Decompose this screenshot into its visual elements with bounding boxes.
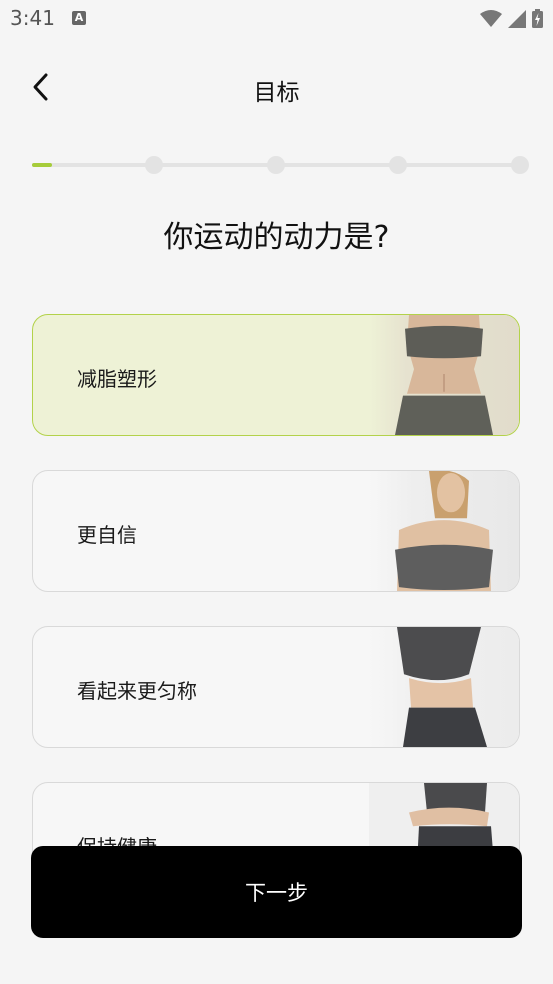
fitness-photo-pose [369,627,519,747]
goal-screen: 3:41 A 目标 你运动的动力是? 减脂塑形 更自信 看起来更匀称 下一步 [0,0,553,984]
signal-icon [508,9,526,28]
status-time: 3:41 [10,6,55,30]
option-label: 看起来更匀称 [77,679,197,703]
progress-fill [32,163,52,167]
fitness-photo-woman [369,471,519,591]
status-bar: 3:41 A [0,0,553,38]
battery-charging-icon [532,9,543,28]
notification-a-icon: A [72,11,86,25]
option-label: 减脂塑形 [77,367,157,391]
wifi-icon [480,9,502,27]
progress-step-dot [145,156,163,174]
question-title: 你运动的动力是? [163,220,390,255]
option-card-fat-loss[interactable]: 减脂塑形 [32,314,520,436]
option-card-proportion[interactable]: 看起来更匀称 [32,626,520,748]
progress-step-dot [267,156,285,174]
fitness-photo-waist [369,315,519,435]
progress-step-dot [389,156,407,174]
progress-bar [32,156,529,174]
option-card-confidence[interactable]: 更自信 [32,470,520,592]
page-title: 目标 [253,80,300,106]
progress-step-dot [511,156,529,174]
next-button[interactable]: 下一步 [31,846,522,938]
option-label: 更自信 [77,523,137,547]
status-icons [480,9,543,28]
